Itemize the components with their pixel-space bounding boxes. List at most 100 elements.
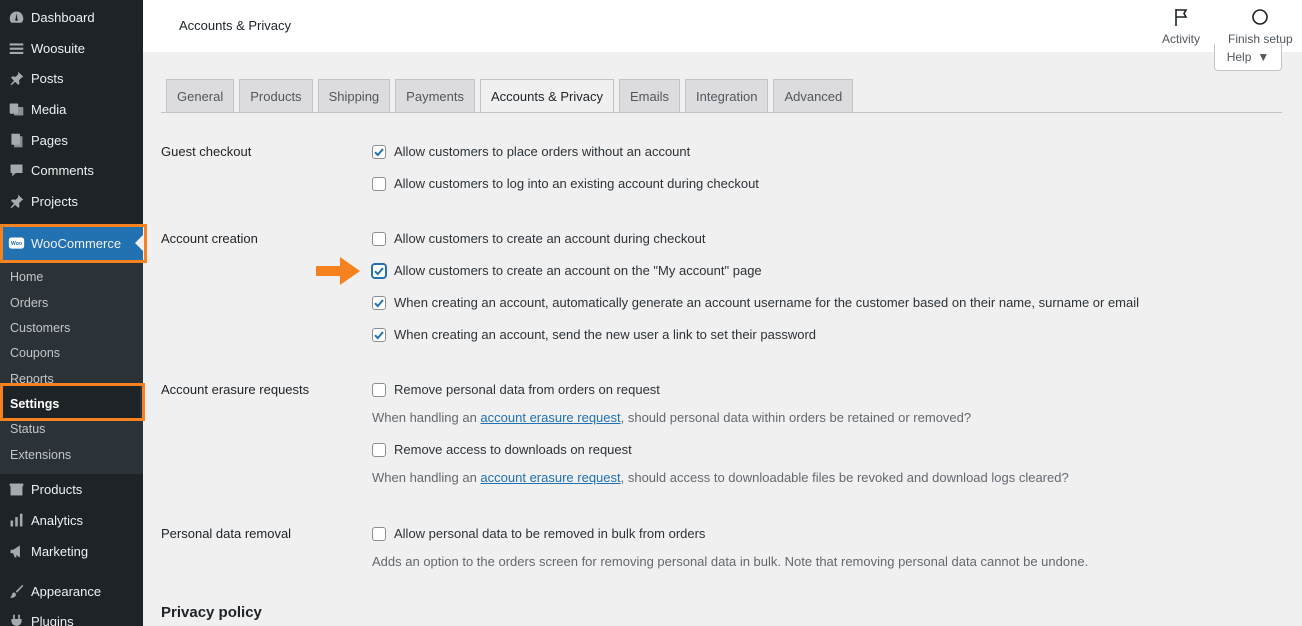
- submenu-reports[interactable]: Reports: [10, 372, 54, 386]
- tab-advanced[interactable]: Advanced: [773, 79, 854, 112]
- desc-text: When handling an: [372, 470, 481, 485]
- generate-username-option[interactable]: When creating an account, automatically …: [372, 295, 1139, 310]
- activity-label: Activity: [1162, 32, 1201, 46]
- checkbox[interactable]: [372, 295, 386, 310]
- option-text: Allow customers to log into an existing …: [394, 176, 759, 191]
- submenu-extensions[interactable]: Extensions: [10, 448, 71, 462]
- menu-lines-icon: [6, 40, 26, 57]
- dashboard-icon: [6, 9, 26, 26]
- create-account-checkout-option[interactable]: Allow customers to create an account dur…: [372, 231, 705, 246]
- menu-posts[interactable]: Posts: [0, 63, 143, 94]
- erasure-downloads-description: When handling an account erasure request…: [372, 470, 1069, 485]
- submenu-coupons[interactable]: Coupons: [10, 346, 60, 360]
- option-text: When creating an account, automatically …: [394, 295, 1140, 310]
- option-text: Allow customers to create an account dur…: [394, 231, 706, 246]
- tab-products[interactable]: Products: [239, 79, 313, 112]
- menu-label: Analytics: [31, 513, 84, 528]
- menu-label: Comments: [31, 163, 94, 178]
- box-icon: [6, 481, 26, 498]
- submenu-settings[interactable]: Settings: [10, 397, 59, 411]
- menu-plugins[interactable]: Plugins: [0, 606, 143, 626]
- desc-text: When handling an: [372, 410, 481, 425]
- finish-setup-button[interactable]: Finish setup: [1228, 7, 1293, 46]
- account-erasure-request-link[interactable]: account erasure request: [480, 470, 620, 485]
- menu-media[interactable]: Media: [0, 94, 143, 125]
- menu-projects[interactable]: Projects: [0, 186, 143, 217]
- menu-label: Appearance: [31, 584, 102, 599]
- checkbox[interactable]: [372, 526, 386, 541]
- page-title: Accounts & Privacy: [179, 18, 291, 33]
- tab-accounts-privacy[interactable]: Accounts & Privacy: [479, 79, 614, 113]
- activity-button[interactable]: Activity: [1162, 7, 1200, 46]
- bar-chart-icon: [6, 512, 26, 529]
- checkbox[interactable]: [372, 442, 386, 457]
- woo-icon: Woo: [6, 235, 26, 252]
- current-menu-arrow: [135, 235, 143, 251]
- megaphone-icon: [6, 543, 26, 560]
- desc-text: , should personal data within orders be …: [620, 410, 972, 425]
- checkmark-icon: [374, 298, 384, 307]
- menu-dashboard[interactable]: Dashboard: [0, 2, 143, 33]
- tab-integration[interactable]: Integration: [685, 79, 769, 112]
- option-text: Remove personal data from orders on requ…: [394, 382, 660, 397]
- flag-icon: [1171, 7, 1191, 32]
- create-account-my-account-option[interactable]: Allow customers to create an account on …: [372, 263, 762, 278]
- personal-data-removal-label: Personal data removal: [161, 526, 292, 541]
- option-text: Remove access to downloads on request: [394, 442, 632, 457]
- pages-icon: [6, 132, 26, 149]
- remove-order-data-option[interactable]: Remove personal data from orders on requ…: [372, 382, 660, 397]
- erasure-orders-description: When handling an account erasure request…: [372, 410, 971, 425]
- guest-login-option[interactable]: Allow customers to log into an existing …: [372, 176, 759, 191]
- desc-text: , should access to downloadable files be…: [620, 470, 1069, 485]
- menu-marketing[interactable]: Marketing: [0, 536, 143, 567]
- brush-icon: [6, 583, 26, 600]
- menu-label: Products: [31, 482, 83, 497]
- checkbox[interactable]: [372, 231, 386, 246]
- menu-pages[interactable]: Pages: [0, 125, 143, 156]
- option-text: Allow customers to place orders without …: [394, 144, 691, 159]
- checkbox[interactable]: [372, 144, 386, 159]
- checkbox[interactable]: [372, 176, 386, 191]
- menu-label: Posts: [31, 71, 64, 86]
- submenu-orders[interactable]: Orders: [10, 296, 48, 310]
- menu-label: WooCommerce: [31, 235, 122, 251]
- menu-products[interactable]: Products: [0, 474, 143, 505]
- tab-payments[interactable]: Payments: [395, 79, 475, 112]
- menu-label: Dashboard: [31, 10, 95, 25]
- tab-shipping[interactable]: Shipping: [317, 79, 391, 112]
- checkmark-icon: [374, 330, 384, 339]
- bulk-removal-option[interactable]: Allow personal data to be removed in bul…: [372, 526, 705, 541]
- top-header: Accounts & Privacy Activity Finish setup: [143, 0, 1302, 52]
- menu-woocommerce[interactable]: Woo WooCommerce: [0, 226, 143, 260]
- bulk-removal-description: Adds an option to the orders screen for …: [372, 554, 1089, 569]
- send-password-link-option[interactable]: When creating an account, send the new u…: [372, 327, 816, 342]
- account-creation-label: Account creation: [161, 231, 258, 246]
- plug-icon: [6, 613, 26, 626]
- checkbox[interactable]: [372, 263, 386, 278]
- submenu-customers[interactable]: Customers: [10, 321, 70, 335]
- checkbox[interactable]: [372, 327, 386, 342]
- tab-general[interactable]: General: [166, 79, 235, 112]
- admin-sidebar: Dashboard Woosuite Posts Media Pages Com…: [0, 0, 147, 626]
- remove-downloads-option[interactable]: Remove access to downloads on request: [372, 442, 632, 457]
- account-erasure-request-link[interactable]: account erasure request: [480, 410, 620, 425]
- media-icon: [6, 101, 26, 118]
- option-text: Allow personal data to be removed in bul…: [394, 526, 706, 541]
- checkbox[interactable]: [372, 382, 386, 397]
- privacy-policy-heading: Privacy policy: [161, 604, 262, 621]
- submenu-home[interactable]: Home: [10, 270, 43, 284]
- submenu-status[interactable]: Status: [10, 422, 45, 436]
- menu-label: Plugins: [31, 614, 74, 626]
- arrow-right-icon: [316, 257, 360, 285]
- pin-icon: [6, 70, 26, 87]
- tab-emails[interactable]: Emails: [618, 79, 680, 112]
- menu-comments[interactable]: Comments: [0, 155, 143, 186]
- checkmark-icon: [374, 147, 384, 156]
- help-button[interactable]: Help ▼: [1214, 44, 1282, 71]
- menu-analytics[interactable]: Analytics: [0, 505, 143, 536]
- menu-label: Projects: [31, 194, 78, 209]
- guest-place-orders-option[interactable]: Allow customers to place orders without …: [372, 144, 690, 159]
- menu-woosuite[interactable]: Woosuite: [0, 33, 143, 64]
- menu-appearance[interactable]: Appearance: [0, 576, 143, 607]
- option-text: Allow customers to create an account on …: [394, 263, 762, 278]
